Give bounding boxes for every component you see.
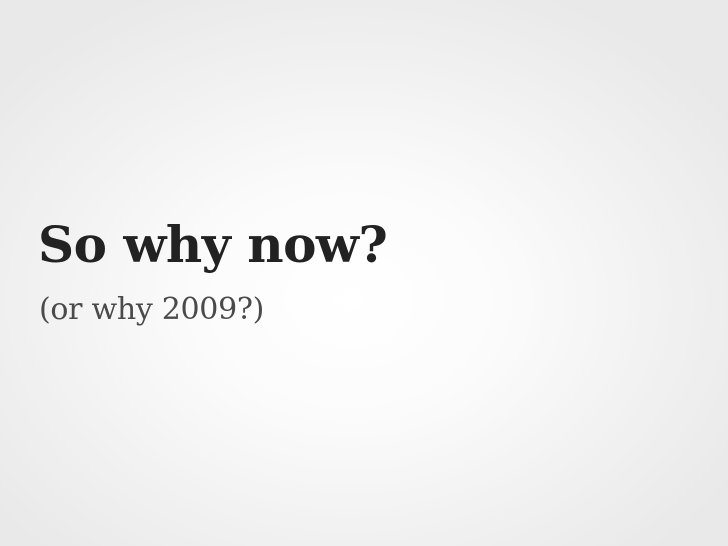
slide: So why now? (or why 2009?) bbox=[0, 0, 728, 546]
slide-subtitle: (or why 2009?) bbox=[39, 292, 265, 327]
slide-title: So why now? bbox=[38, 215, 388, 274]
